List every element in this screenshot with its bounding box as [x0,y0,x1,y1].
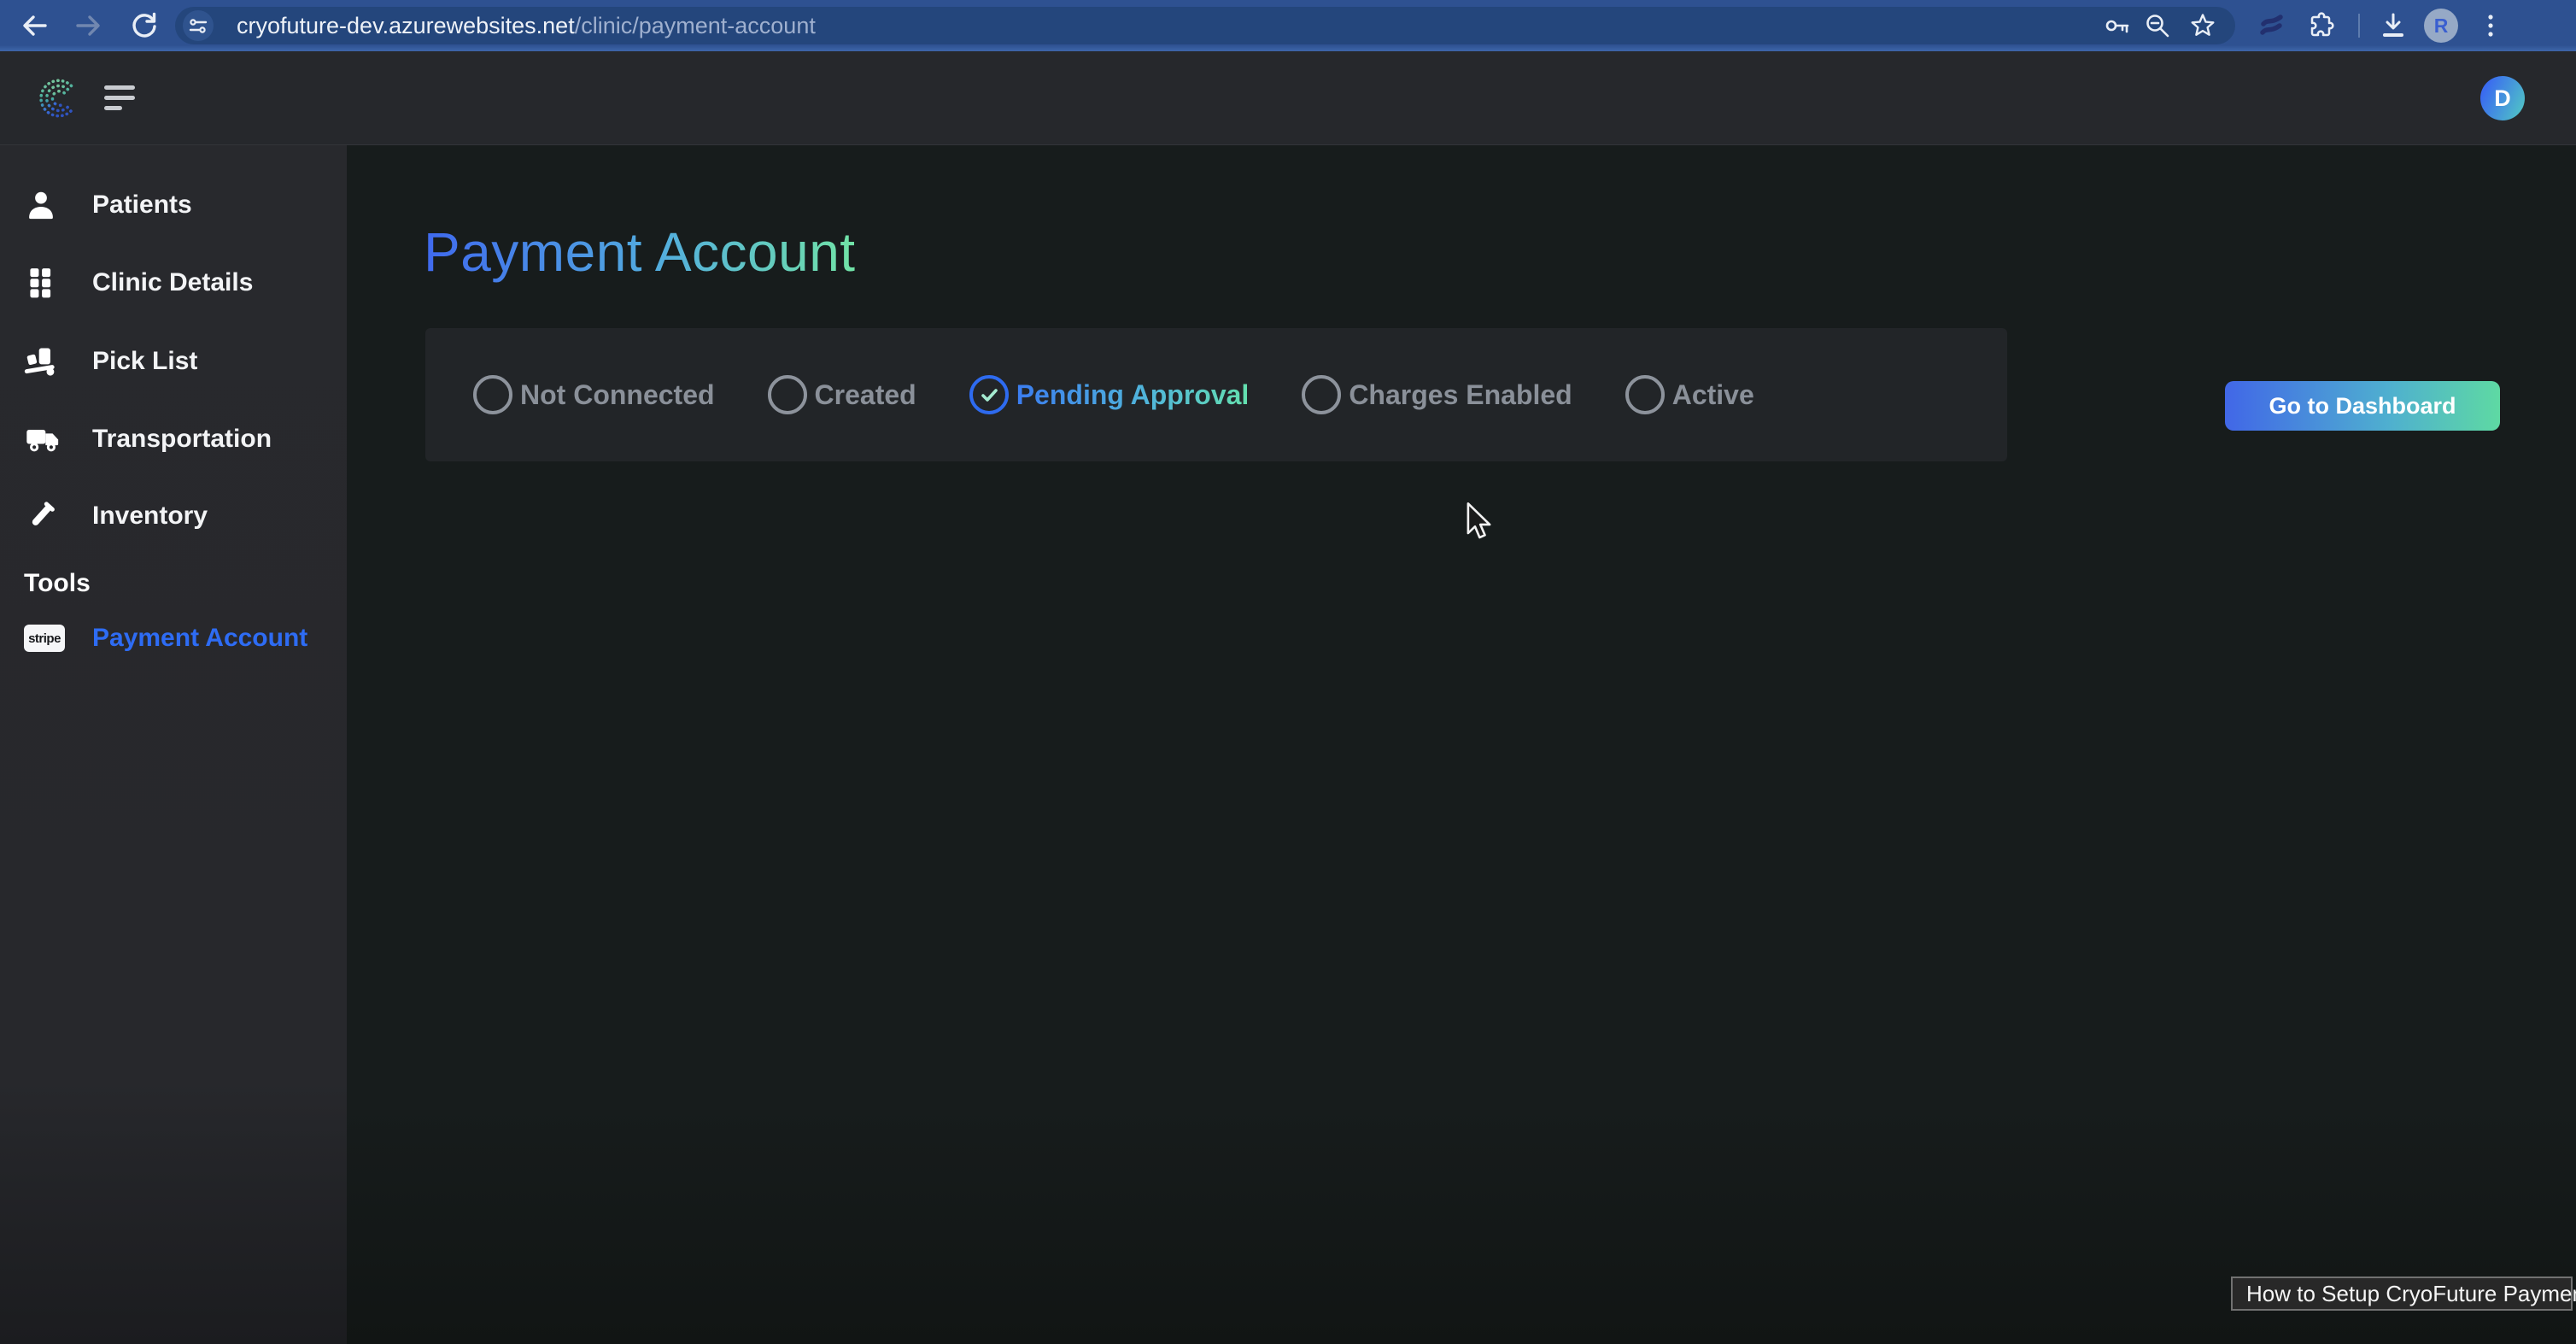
url-text[interactable]: cryofuture-dev.azurewebsites.net/clinic/… [237,7,816,44]
test-tube-icon [24,499,68,533]
step-created[interactable]: Created [768,375,916,414]
forklift-icon [24,344,68,379]
sidebar-item-patients[interactable]: Patients [0,186,347,224]
radio-circle-icon [1302,375,1341,414]
toolbar-divider [2358,14,2360,38]
back-icon[interactable] [19,10,50,41]
step-not-connected[interactable]: Not Connected [473,375,715,414]
sidebar: Patients Clinic Details Pick List [0,145,347,1344]
forward-icon[interactable] [73,10,104,41]
cryofuture-logo [34,73,84,123]
menu-kebab-icon[interactable] [2476,11,2505,40]
radio-circle-icon [473,375,512,414]
download-icon[interactable] [2379,11,2408,40]
page-title: Payment Account [424,220,856,284]
sidebar-item-label: Patients [92,191,192,220]
person-icon [24,188,68,222]
app-header: D [0,51,2576,145]
sidebar-item-clinic-details[interactable]: Clinic Details [0,264,347,302]
sidebar-item-pick-list[interactable]: Pick List [0,343,347,380]
sidebar-item-inventory[interactable]: Inventory [0,497,347,535]
url-bar[interactable]: cryofuture-dev.azurewebsites.net/clinic/… [175,7,2235,44]
tune-icon[interactable] [183,10,214,41]
radio-circle-icon [1625,375,1665,414]
payments-setup-help-link[interactable]: How to Setup CryoFuture Payments [2231,1277,2573,1311]
sidebar-item-label: Transportation [92,425,272,454]
flag-extension-icon[interactable] [2257,9,2286,38]
sidebar-item-label: Clinic Details [92,268,253,297]
browser-profile-avatar[interactable]: R [2424,9,2458,43]
hamburger-menu-icon[interactable] [104,85,138,111]
sidebar-item-payment-account[interactable]: stripe Payment Account [0,619,347,657]
sidebar-item-transportation[interactable]: Transportation [0,420,347,458]
step-charges-enabled[interactable]: Charges Enabled [1302,375,1572,414]
url-path: /clinic/payment-account [575,13,816,38]
main-content: Payment Account Not Connected Created Pe… [347,145,2576,1344]
key-icon[interactable] [2103,11,2132,40]
sidebar-section-tools: Tools [24,569,91,598]
step-label: Pending Approval [1016,379,1250,411]
sidebar-item-label: Pick List [92,347,197,376]
zoom-out-icon[interactable] [2143,11,2172,40]
stripe-badge-icon: stripe [24,625,68,652]
go-to-dashboard-button[interactable]: Go to Dashboard [2225,381,2500,431]
truck-icon [24,422,68,456]
step-pending-approval[interactable]: Pending Approval [969,375,1250,414]
browser-toolbar: cryofuture-dev.azurewebsites.net/clinic/… [0,0,2576,51]
extensions-puzzle-icon[interactable] [2306,11,2335,40]
grid-icon [24,266,68,300]
bookmark-star-icon[interactable] [2188,11,2217,40]
radio-circle-icon [768,375,807,414]
user-avatar[interactable]: D [2480,76,2525,120]
step-label: Created [815,379,916,411]
check-circle-icon [969,375,1009,414]
url-host: cryofuture-dev.azurewebsites.net [237,13,575,38]
mouse-cursor [1456,500,1497,544]
sidebar-item-label: Inventory [92,502,208,531]
sidebar-item-label: Payment Account [92,624,307,653]
step-label: Charges Enabled [1349,379,1572,411]
reload-icon[interactable] [128,10,159,41]
step-label: Not Connected [520,379,715,411]
step-label: Active [1672,379,1754,411]
step-active[interactable]: Active [1625,375,1754,414]
payment-status-stepper: Not Connected Created Pending Approval C… [425,328,2007,461]
